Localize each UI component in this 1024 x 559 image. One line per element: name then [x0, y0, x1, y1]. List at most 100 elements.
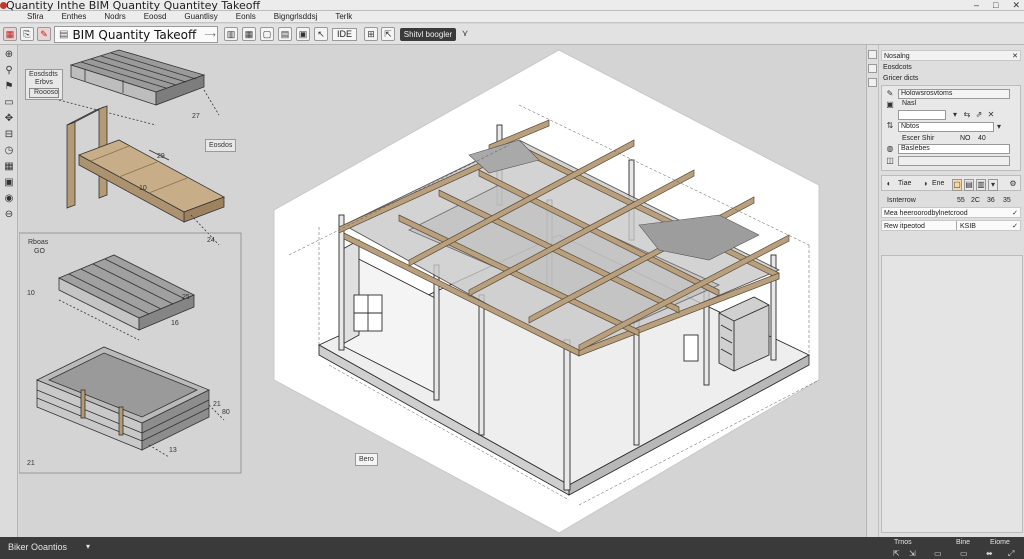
menu-item-nodes[interactable]: Nodrs: [95, 12, 134, 21]
pencil-icon[interactable]: ✎: [37, 27, 51, 41]
model-canvas[interactable]: Eosdsdts Erbvs Roooso Eosdos Rboas GO 27…: [19, 45, 865, 537]
menu-item-task[interactable]: Terlk: [326, 12, 361, 21]
calendar-icon[interactable]: ▦: [3, 27, 17, 41]
dimension-label: 21: [27, 460, 35, 467]
properties-group: ✎ Holowsrosvtoms ▣ Nasl ▾ ⇆ ⇗ ✕ ⇅ Nbtos …: [881, 85, 1021, 171]
dimension-label: 16: [171, 320, 179, 327]
menu-item-edit[interactable]: Enthes: [52, 12, 95, 21]
id-field[interactable]: IDE: [332, 28, 358, 41]
close-icon[interactable]: ✕: [1012, 51, 1018, 60]
object-icon: ▣: [886, 100, 894, 109]
list-item-value: KSIB: [956, 221, 976, 230]
panel-tab-icon[interactable]: [868, 50, 877, 59]
pointer-icon[interactable]: ↖: [314, 27, 328, 41]
fit-view-icon[interactable]: ⇱: [893, 549, 900, 558]
split-icon[interactable]: ⋎: [458, 27, 472, 41]
close-button[interactable]: ✕: [1012, 0, 1020, 11]
detail-tag-side: Eosdos: [205, 139, 237, 152]
panel-tab-icon[interactable]: [868, 78, 877, 87]
tag-icon[interactable]: ⚑: [3, 81, 15, 93]
menu-item-view[interactable]: Eoosd: [135, 12, 176, 21]
dropdown-icon[interactable]: ▾: [988, 179, 998, 191]
panel-section-row[interactable]: Nosalng ✕: [881, 50, 1021, 61]
status-item[interactable]: Trnos: [894, 539, 912, 546]
box-tool-icon[interactable]: ▣: [3, 177, 15, 189]
view-tag: Bero: [355, 453, 378, 466]
view-mode-button[interactable]: Shitvl boogler: [400, 28, 456, 41]
texture-icon[interactable]: ▥: [976, 179, 986, 191]
quantity-list-area[interactable]: [881, 255, 1023, 533]
menu-item-tools[interactable]: Eonls: [227, 12, 265, 21]
document-icon[interactable]: ⎘: [20, 27, 34, 41]
detail-tag-bottom: Rboas GO: [25, 237, 51, 257]
menu-item-file[interactable]: Sfira: [18, 12, 52, 21]
sheet-icon[interactable]: ▤: [278, 27, 292, 41]
maximize-button[interactable]: □: [993, 0, 998, 11]
check-icon[interactable]: ✓: [1012, 208, 1018, 217]
menu-item-engineering[interactable]: Bigngrlsddsj: [265, 12, 327, 21]
props-field-c[interactable]: Baslebes: [898, 144, 1010, 154]
list-icon[interactable]: ▭: [3, 97, 15, 109]
clock-icon[interactable]: ◷: [3, 145, 15, 157]
list-item[interactable]: Rew itpeotod KSIB ✓: [881, 220, 1021, 231]
swap-icon[interactable]: ⇆: [962, 110, 972, 120]
expand-icon[interactable]: ⇲: [909, 549, 916, 558]
zoom-icon[interactable]: ⤢: [1008, 549, 1014, 559]
snap-icon[interactable]: ⊞: [364, 27, 378, 41]
detail-frame-box: [36, 346, 225, 458]
panel-section-row[interactable]: Eosdcots: [881, 62, 1021, 73]
panel-section-label: Eosdcots: [883, 64, 912, 71]
props-field-b[interactable]: Nbtos: [898, 122, 994, 132]
minimize-button[interactable]: –: [974, 0, 979, 11]
close-icon[interactable]: ✕: [986, 110, 996, 120]
detail-tag-line: Erbvs: [35, 79, 53, 86]
props-title-field[interactable]: Holowsrosvtoms: [898, 89, 1010, 99]
table-header-label: Isnterrow: [887, 197, 916, 204]
frame-icon[interactable]: ▭: [934, 549, 942, 558]
dimension-label: 10: [139, 185, 147, 192]
table-header-value: 35: [1003, 197, 1011, 204]
download-icon[interactable]: ⊖: [3, 209, 15, 221]
link-icon[interactable]: ⇗: [974, 110, 984, 120]
check-icon[interactable]: ✓: [1012, 221, 1018, 230]
grid-icon[interactable]: ▥: [224, 27, 238, 41]
material-icon[interactable]: ▤: [964, 179, 974, 191]
panel-tab-icon[interactable]: [868, 64, 877, 73]
properties-panel: Nosalng ✕ Eosdcots Gricer dicts ✎ Holows…: [866, 45, 1024, 537]
pan-icon[interactable]: ⬌: [986, 549, 993, 558]
props-field-d[interactable]: [898, 156, 1010, 166]
window-icon[interactable]: ▭: [960, 549, 968, 558]
cursor-icon[interactable]: ⇱: [381, 27, 395, 41]
props-field-a[interactable]: [898, 110, 946, 120]
detail-tag-top: Eosdsdts Erbvs Roooso: [25, 69, 64, 100]
gear-icon[interactable]: ⚙: [1008, 179, 1018, 189]
table-header-value: 2C: [971, 197, 980, 204]
panel-section-row[interactable]: Gricer dicts: [881, 73, 1021, 84]
edit-icon[interactable]: ✎: [884, 89, 896, 99]
project-title-field[interactable]: ▤ BIM Quantity Takeoff ⟶: [54, 26, 218, 43]
ruler-icon[interactable]: ⊟: [3, 129, 15, 141]
layers-icon[interactable]: ▦: [242, 27, 256, 41]
dimension-label: 80: [222, 409, 230, 416]
pin-icon[interactable]: ⚲: [3, 65, 15, 77]
chevron-down-icon[interactable]: ▾: [86, 542, 90, 551]
status-item[interactable]: Eiome: [990, 539, 1010, 546]
chevron-down-icon[interactable]: ▾: [994, 122, 1004, 132]
status-item[interactable]: Bine: [956, 539, 970, 546]
move-icon[interactable]: ✥: [3, 113, 15, 125]
list-item[interactable]: Mea heeroorodbylnetcrood ✓: [881, 207, 1021, 218]
menu-item-quantity[interactable]: Guantlisy: [175, 12, 226, 21]
dimension-label: 24: [207, 237, 215, 244]
grid-tool-icon[interactable]: ▦: [3, 161, 15, 173]
color-swatch-icon[interactable]: ▢: [952, 179, 962, 191]
window-controls: – □ ✕: [974, 0, 1020, 11]
globe-icon[interactable]: ⊕: [3, 49, 15, 61]
panel-section-label: Nosalng: [884, 53, 910, 60]
props-row-value: NO: [960, 135, 971, 142]
square-icon[interactable]: ▢: [260, 27, 274, 41]
detail-tag-line: Eosdsdts: [29, 71, 58, 78]
detail-tag-line: Rboas: [28, 239, 49, 246]
select-icon[interactable]: ▣: [296, 27, 310, 41]
settings-icon[interactable]: ◉: [3, 193, 15, 205]
dropdown-icon[interactable]: ▾: [950, 110, 960, 120]
